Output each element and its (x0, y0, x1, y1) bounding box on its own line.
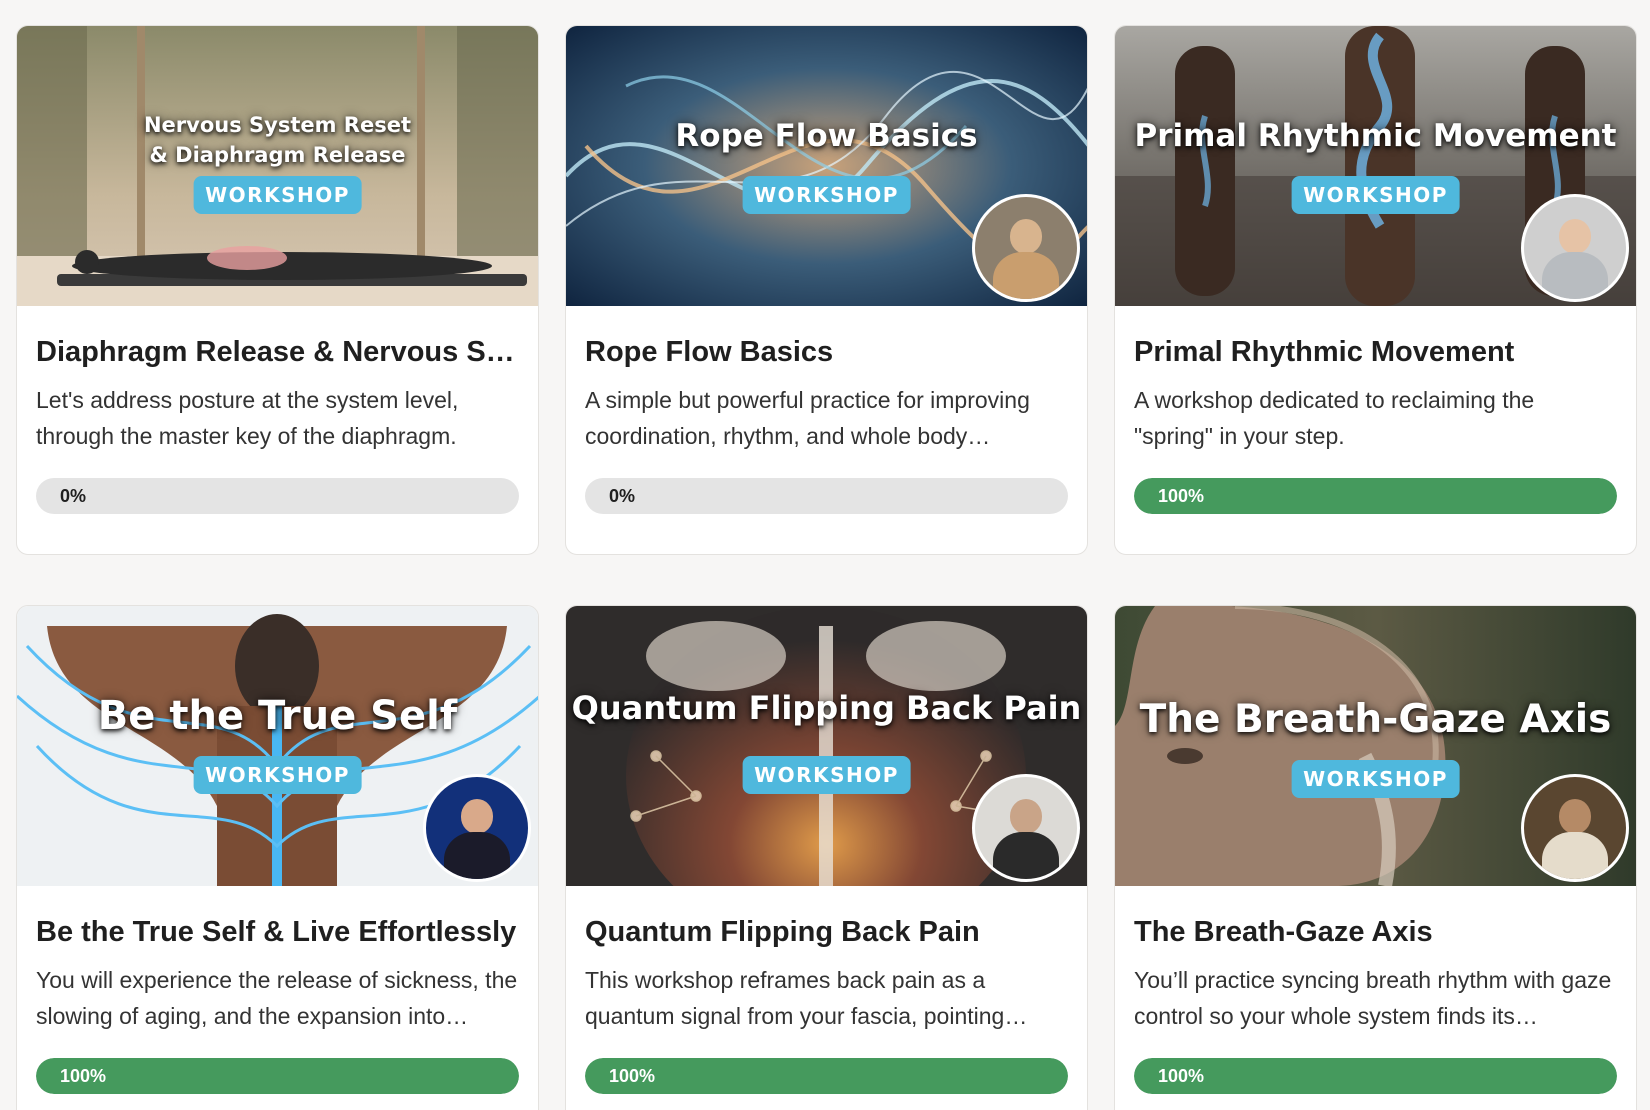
course-description: A simple but powerful practice for impro… (585, 387, 1030, 449)
course-description: Let's address posture at the system leve… (36, 387, 459, 449)
progress-label: 100% (1158, 486, 1205, 506)
progress-label: 100% (60, 1066, 107, 1086)
workshop-badge: WORKSHOP (742, 176, 911, 214)
course-card[interactable]: Rope Flow Basics WORKSHOP Rope Flow Basi… (565, 25, 1088, 555)
course-title[interactable]: Be the True Self & Live Effortlessly (36, 914, 519, 950)
progress-label: 100% (1158, 1066, 1205, 1086)
instructor-avatar (1521, 194, 1629, 302)
course-title[interactable]: Rope Flow Basics (585, 334, 1068, 370)
workshop-badge: WORKSHOP (193, 756, 362, 794)
progress-bar: 100% (585, 1058, 1068, 1094)
course-description: You’ll practice syncing breath rhythm wi… (1134, 967, 1612, 1029)
course-thumbnail: The Breath-Gaze Axis WORKSHOP (1115, 606, 1636, 886)
course-title[interactable]: Diaphragm Release & Nervous Sy… (36, 334, 519, 370)
course-description: You will experience the release of sickn… (36, 967, 518, 1029)
course-thumbnail: Nervous System Reset & Diaphragm Release… (17, 26, 538, 306)
progress-bar: 100% (1134, 1058, 1617, 1094)
progress-bar: 0% (585, 478, 1068, 514)
progress-bar: 0% (36, 478, 519, 514)
course-card[interactable]: Quantum Flipping Back Pain WORKSHOP Quan… (565, 605, 1088, 1110)
progress-bar: 100% (1134, 478, 1617, 514)
course-card[interactable]: Primal Rhythmic Movement WORKSHOP Primal… (1114, 25, 1637, 555)
workshop-badge: WORKSHOP (1291, 176, 1460, 214)
progress-fill (1134, 1058, 1617, 1094)
course-title[interactable]: The Breath-Gaze Axis (1134, 914, 1617, 950)
thumbnail-title: Be the True Self (97, 693, 458, 739)
thumbnail-title: Primal Rhythmic Movement (1134, 118, 1617, 154)
course-description: A workshop dedicated to reclaiming the "… (1134, 387, 1535, 449)
thumbnail-title: Rope Flow Basics (675, 118, 978, 154)
course-title[interactable]: Quantum Flipping Back Pain (585, 914, 1068, 950)
course-title[interactable]: Primal Rhythmic Movement (1134, 334, 1617, 370)
thumbnail-title: Nervous System Reset & Diaphragm Release (143, 113, 412, 167)
course-thumbnail: Quantum Flipping Back Pain WORKSHOP (566, 606, 1087, 886)
course-thumbnail: Rope Flow Basics WORKSHOP (566, 26, 1087, 306)
instructor-avatar (423, 774, 531, 882)
progress-label: 100% (609, 1066, 656, 1086)
course-thumbnail: Be the True Self WORKSHOP (17, 606, 538, 886)
thumbnail-title: Quantum Flipping Back Pain (571, 689, 1082, 727)
course-thumbnail: Primal Rhythmic Movement WORKSHOP (1115, 26, 1636, 306)
instructor-avatar (1521, 774, 1629, 882)
workshop-badge: WORKSHOP (742, 756, 911, 794)
thumbnail-title: The Breath-Gaze Axis (1139, 697, 1612, 742)
instructor-avatar (972, 194, 1080, 302)
workshop-badge: WORKSHOP (193, 176, 362, 214)
workshop-badge: WORKSHOP (1291, 760, 1460, 798)
instructor-avatar (972, 774, 1080, 882)
progress-fill (1134, 478, 1617, 514)
progress-label: 0% (60, 486, 87, 506)
progress-label: 0% (609, 486, 636, 506)
course-card[interactable]: Nervous System Reset & Diaphragm Release… (16, 25, 539, 555)
course-description: This workshop reframes back pain as a qu… (585, 967, 1028, 1029)
progress-fill (585, 1058, 1068, 1094)
course-card[interactable]: Be the True Self WORKSHOP Be the True Se… (16, 605, 539, 1110)
course-card[interactable]: The Breath-Gaze Axis WORKSHOP The Breath… (1114, 605, 1637, 1110)
progress-fill (36, 1058, 519, 1094)
progress-bar: 100% (36, 1058, 519, 1094)
